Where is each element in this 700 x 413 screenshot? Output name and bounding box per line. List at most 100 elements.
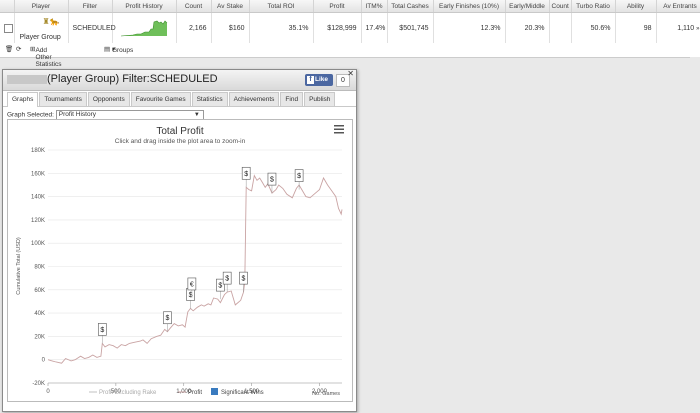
groups-label: Groups: [111, 47, 134, 54]
refresh-icon[interactable]: ⟳: [16, 45, 21, 53]
y-tick-label: 60K: [34, 288, 45, 294]
total-cashes-cell: $501,745: [387, 12, 434, 43]
close-icon[interactable]: ✕: [347, 69, 354, 78]
chart-container[interactable]: Total Profit Click and drag inside the p…: [7, 119, 353, 402]
scroll-area[interactable]: [690, 57, 700, 413]
significant-win-flag[interactable]: $: [97, 323, 107, 344]
facebook-icon: f: [307, 76, 314, 84]
turbo-ratio-cell: 50.6%: [571, 12, 616, 43]
profit-chart[interactable]: Total Profit Click and drag inside the p…: [8, 120, 352, 401]
col-header-total-cashes[interactable]: Total Cashes: [387, 0, 434, 13]
col-header-itm[interactable]: ITM%: [361, 0, 388, 13]
table-row[interactable]: ♜🐆 Player Group SCHEDULED 2,166 $160 35.…: [0, 12, 700, 43]
player-cell[interactable]: ♜🐆 Player Group: [14, 12, 69, 43]
tab-achievements[interactable]: Achievements: [228, 92, 280, 106]
window-titlebar[interactable]: (Player Group) Filter:SCHEDULED f Like 0 …: [3, 69, 356, 91]
stats-header-row: Player Filter Profit History Count Av St…: [0, 0, 700, 13]
col-header-count[interactable]: Count: [176, 0, 212, 13]
y-tick-label: 0: [42, 358, 46, 364]
chart-title: Total Profit: [156, 126, 203, 137]
player-group-icon: ♜🐆: [42, 17, 60, 26]
profit-cell: $128,999: [313, 12, 362, 43]
early-finishes-cell: 12.3%: [433, 12, 506, 43]
graph-select-value: Profit History: [58, 111, 96, 118]
flag-label: $: [244, 171, 248, 178]
flag-label: $: [242, 276, 246, 283]
total-roi-cell: 35.1%: [249, 12, 314, 43]
count2-cell: [549, 12, 572, 43]
col-header-av-stake[interactable]: Av Stake: [211, 0, 250, 13]
col-header-av-entrants[interactable]: Av Entrants: [656, 0, 700, 13]
y-tick-label: 80K: [34, 265, 45, 271]
delete-icon[interactable]: 🗑: [5, 45, 13, 53]
col-header-count-2[interactable]: Count: [549, 0, 572, 13]
tab-opponents[interactable]: Opponents: [87, 92, 130, 106]
tab-graphs[interactable]: Graphs: [7, 92, 39, 107]
player-name: Player Group: [19, 34, 61, 41]
tab-statistics[interactable]: Statistics: [191, 92, 228, 106]
tab-favourite-games[interactable]: Favourite Games: [130, 92, 191, 106]
window-title: (Player Group) Filter:SCHEDULED: [7, 73, 218, 85]
y-tick-label: 120K: [31, 218, 45, 224]
x-axis-label: No. Games: [312, 391, 340, 397]
y-tick-label: -20K: [32, 381, 45, 387]
facebook-like-button[interactable]: f Like: [305, 74, 333, 86]
significant-win-flag[interactable]: $: [239, 271, 248, 293]
flag-label: $: [270, 177, 274, 184]
filter-cell: SCHEDULED: [68, 12, 116, 43]
graph-selected-label: Graph Selected:: [7, 111, 54, 119]
chart-gridlines: [48, 149, 342, 384]
tab-publish[interactable]: Publish: [304, 92, 336, 106]
legend-profit[interactable]: Profit: [188, 390, 202, 396]
col-header-select[interactable]: [0, 0, 15, 13]
y-axis-label: Cumulative Total (USD): [16, 237, 22, 295]
significant-win-flag[interactable]: $: [186, 288, 195, 309]
row-checkbox-cell[interactable]: [0, 12, 15, 43]
significant-win-flag[interactable]: $: [241, 166, 251, 188]
col-header-turbo-ratio[interactable]: Turbo Ratio: [571, 0, 616, 13]
legend-significant-wins[interactable]: Significant Wins: [221, 390, 264, 396]
chart-menu-icon[interactable]: [334, 125, 344, 134]
tab-find[interactable]: Find: [280, 92, 304, 106]
legend-excluding-rake[interactable]: Profit Excluding Rake: [99, 390, 157, 396]
col-header-filter[interactable]: Filter: [68, 0, 113, 13]
y-tick-label: 160K: [31, 171, 45, 177]
av-entrants-value: 1,110: [677, 24, 695, 32]
profit-series-line: [47, 174, 343, 364]
flag-label: $: [100, 327, 104, 334]
row-checkbox[interactable]: [4, 23, 13, 33]
col-header-profit-history[interactable]: Profit History: [112, 0, 177, 13]
col-header-profit[interactable]: Profit: [313, 0, 362, 13]
significant-win-flag[interactable]: $: [294, 169, 304, 190]
profit-sparkline: [120, 20, 168, 37]
flag-label: $: [297, 173, 301, 180]
y-axis: -20K 0 20K 40K 60K 80K 100K 120K 140K 160K 180K: [31, 148, 46, 387]
y-tick-label: 140K: [31, 195, 45, 201]
tab-tournaments[interactable]: Tournaments: [39, 92, 87, 106]
av-stake-cell: $160: [211, 12, 250, 43]
y-tick-label: 180K: [31, 148, 45, 154]
stats-panel: Player Filter Profit History Count Av St…: [0, 0, 700, 68]
col-header-early-middle[interactable]: Early/Middle: [505, 0, 550, 13]
row-expand-icon[interactable]: »: [696, 26, 699, 32]
groups-button[interactable]: ▤ Groups ▾: [104, 45, 133, 54]
stats-toolbar: 🗑 ⟳ ⊞ Add Other Statistics ▤ Groups ▾: [0, 43, 700, 68]
col-header-ability[interactable]: Ability: [615, 0, 657, 13]
legend-wins-swatch: [211, 388, 218, 395]
profit-history-cell: [112, 12, 177, 43]
ability-cell: 98: [615, 12, 657, 43]
add-stats-button[interactable]: ⊞ Add Other Statistics: [30, 45, 61, 68]
stats-table: Player Filter Profit History Count Av St…: [0, 0, 700, 43]
add-stats-label: Add Other Statistics: [35, 47, 62, 68]
redacted-name: [7, 74, 47, 84]
av-entrants-cell: 1,110 »: [656, 12, 700, 43]
col-header-player[interactable]: Player: [14, 0, 69, 13]
col-header-early-finishes[interactable]: Early Finishes (10%): [433, 0, 506, 13]
col-header-total-roi[interactable]: Total ROI: [249, 0, 314, 13]
y-tick-label: 40K: [34, 311, 45, 317]
y-tick-label: 100K: [31, 241, 45, 247]
flag-label: $: [225, 276, 229, 283]
itm-cell: 17.4%: [361, 12, 388, 43]
dropdown-arrow-icon: ▼: [193, 112, 200, 118]
flag-label: €: [190, 281, 194, 288]
